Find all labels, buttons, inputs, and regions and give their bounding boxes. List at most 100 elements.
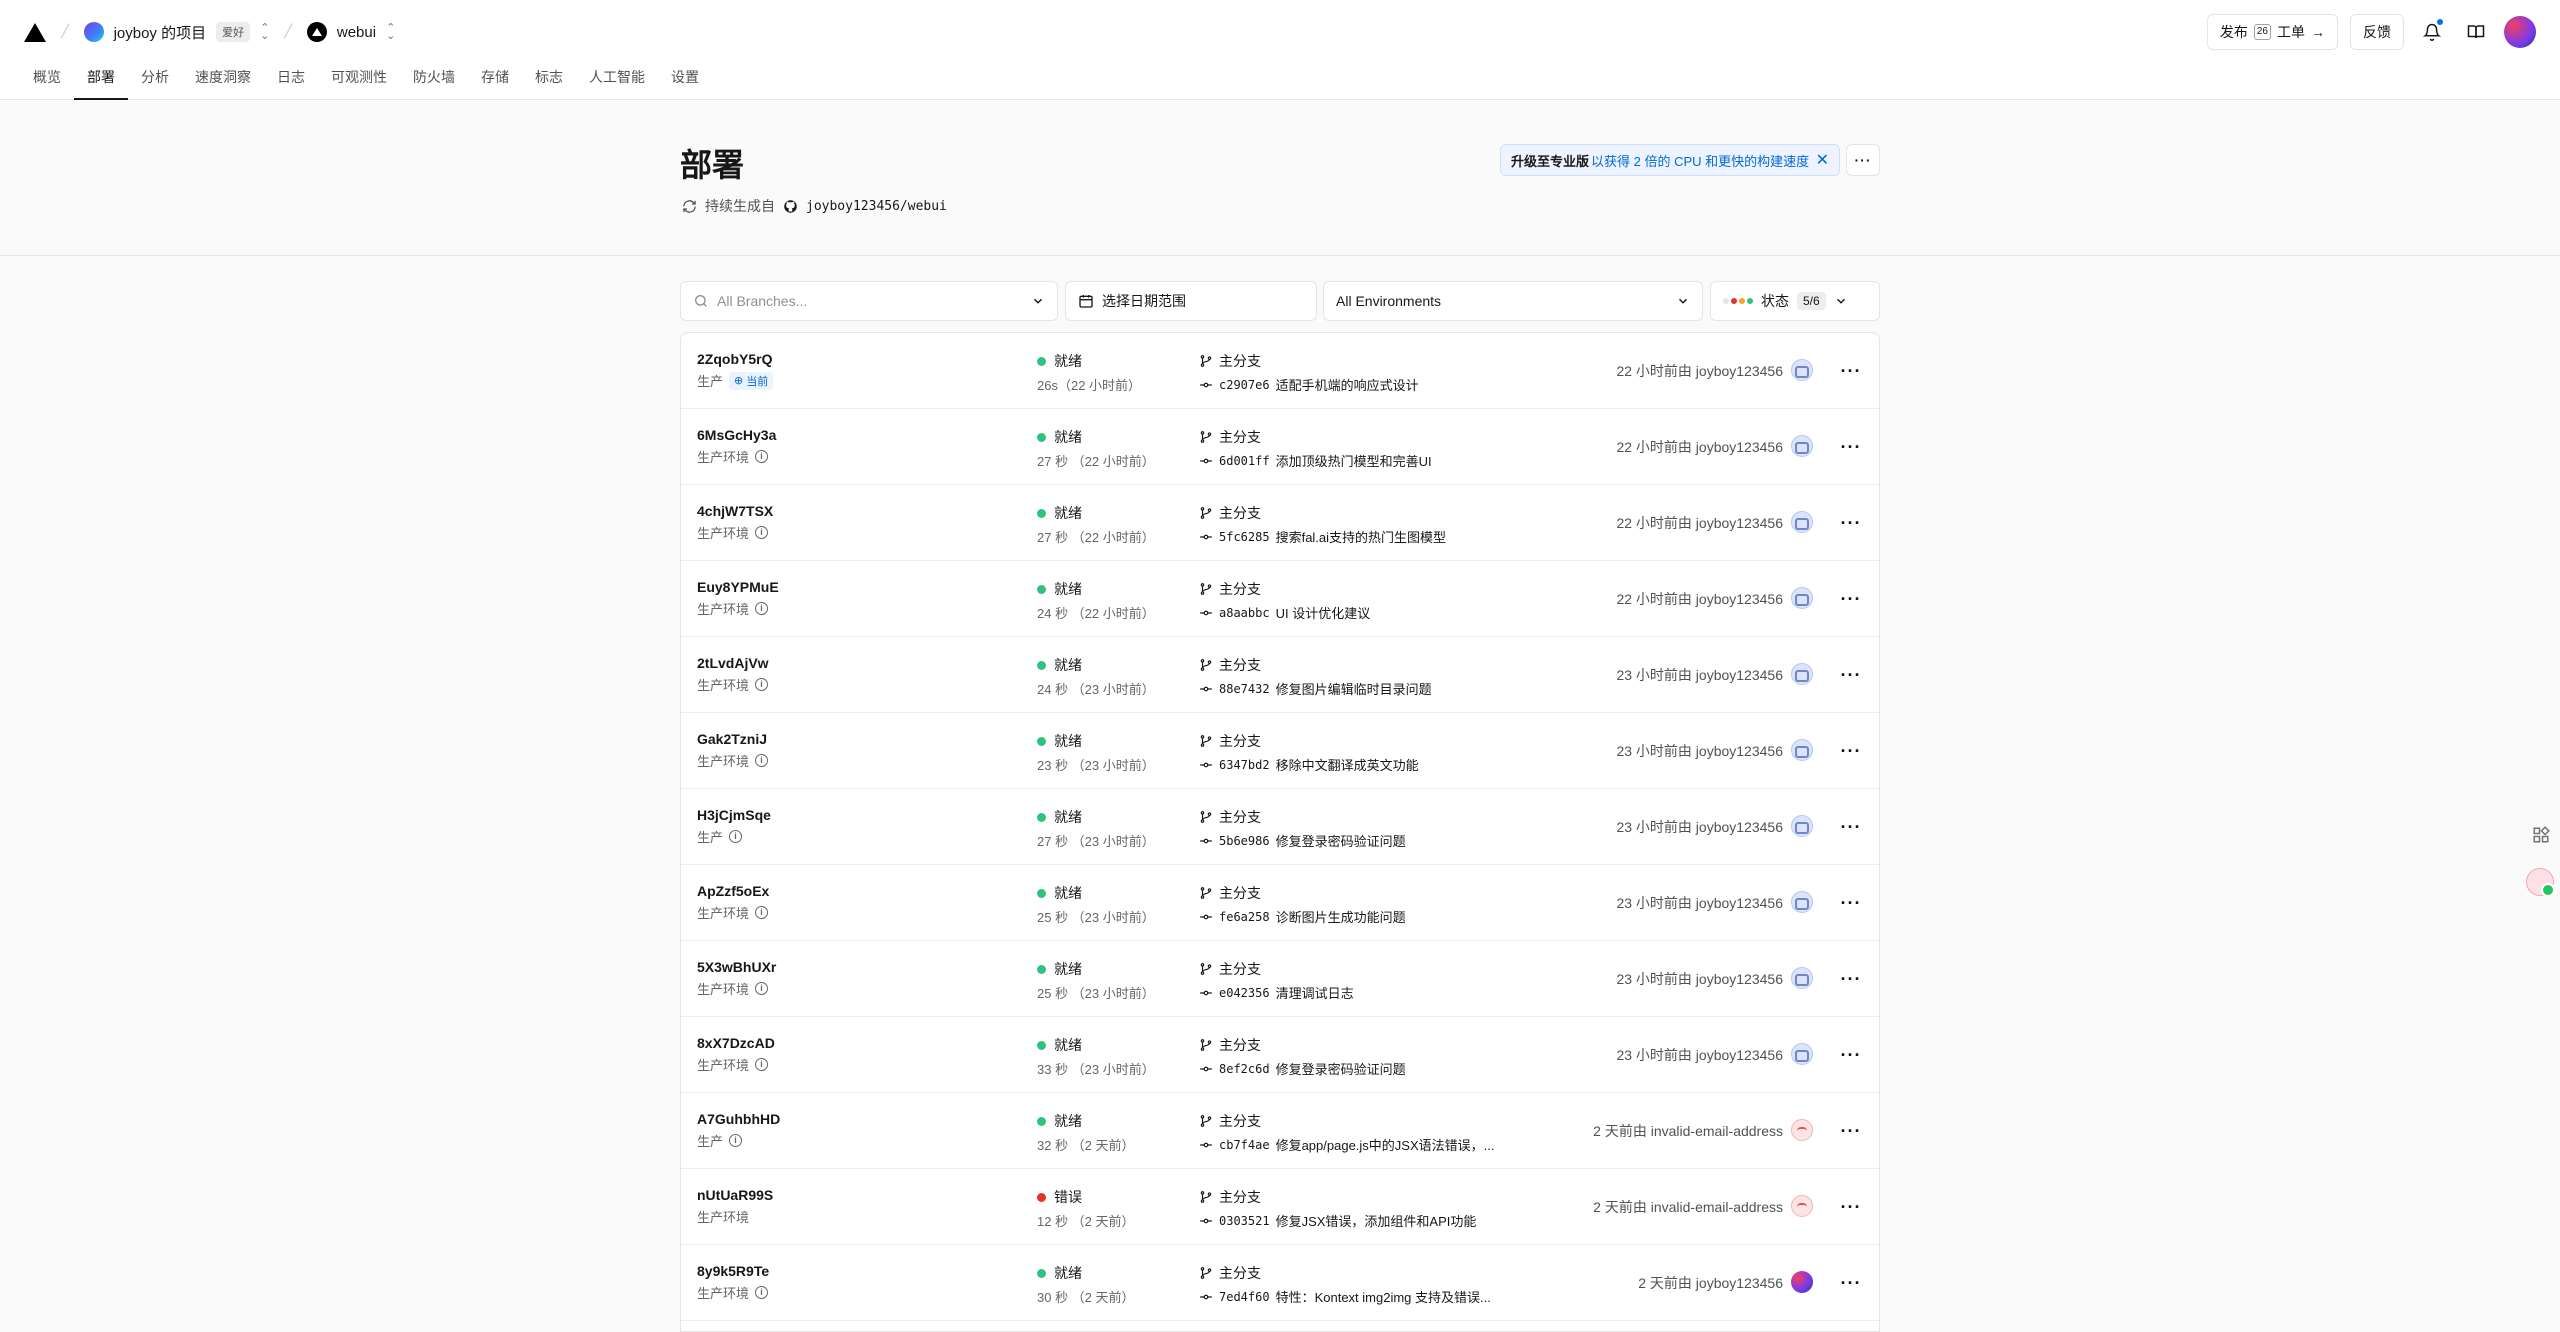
info-icon[interactable]: i bbox=[755, 678, 769, 691]
feedback-button[interactable]: 反馈 bbox=[2350, 14, 2404, 50]
deployment-id[interactable]: 4chjW7TSX bbox=[697, 503, 773, 519]
row-more-button[interactable]: ··· bbox=[1839, 359, 1863, 383]
branch-filter[interactable] bbox=[680, 281, 1058, 321]
deploy-ticket-button[interactable]: 发布 26 工单 → bbox=[2206, 14, 2338, 50]
branch-name[interactable]: 主分支 bbox=[1219, 731, 1261, 751]
tab-logs[interactable]: 日志 bbox=[264, 62, 318, 100]
user-avatar[interactable] bbox=[2504, 16, 2536, 48]
deployment-row[interactable]: 8xX7DzcAD 生产环境 i 就绪 33 秒 （23 小时前） 主分支 8ef… bbox=[681, 1017, 1879, 1093]
commit-hash[interactable]: 5b6e986 bbox=[1219, 834, 1270, 848]
branch-name[interactable]: 主分支 bbox=[1219, 351, 1261, 371]
info-icon[interactable]: i bbox=[755, 754, 769, 767]
page-more-button[interactable]: ··· bbox=[1846, 144, 1880, 176]
chevron-updown-icon[interactable]: ⌃ ⌄ bbox=[386, 23, 395, 42]
branch-name[interactable]: 主分支 bbox=[1219, 883, 1261, 903]
team-switcher[interactable]: joyboy 的项目 爱好 ⌃ ⌄ bbox=[83, 22, 269, 43]
upgrade-banner[interactable]: 升级至专业版 以获得 2 倍的 CPU 和更快的构建速度 ✕ bbox=[1500, 144, 1840, 176]
deployment-id[interactable]: H3jCjmSqe bbox=[697, 807, 771, 823]
commit-hash[interactable]: 5fc6285 bbox=[1219, 530, 1270, 544]
branch-name[interactable]: 主分支 bbox=[1219, 503, 1261, 523]
info-icon[interactable]: i bbox=[755, 526, 769, 539]
apps-icon[interactable] bbox=[2528, 822, 2554, 848]
upgrade-link[interactable]: 以获得 2 倍的 CPU 和更快的构建速度 bbox=[1591, 151, 1809, 170]
deployment-id[interactable]: 2tLvdAjVw bbox=[697, 655, 769, 671]
row-more-button[interactable]: ··· bbox=[1839, 1119, 1863, 1143]
row-more-button[interactable]: ··· bbox=[1839, 587, 1863, 611]
commit-hash[interactable]: cb7f4ae bbox=[1219, 1138, 1270, 1152]
branch-name[interactable]: 主分支 bbox=[1219, 959, 1261, 979]
commit-hash[interactable]: 8ef2c6d bbox=[1219, 1062, 1270, 1076]
deployment-id[interactable]: 8y9k5R9Te bbox=[697, 1263, 769, 1279]
tab-speed-insights[interactable]: 速度洞察 bbox=[182, 62, 264, 100]
commit-hash[interactable]: 88e7432 bbox=[1219, 682, 1270, 696]
deployment-id[interactable]: 6MsGcHy3a bbox=[697, 427, 776, 443]
notifications-button[interactable] bbox=[2416, 14, 2448, 50]
chevron-updown-icon[interactable]: ⌃ ⌄ bbox=[260, 23, 269, 42]
info-icon[interactable]: i bbox=[755, 450, 769, 463]
tab-ai[interactable]: 人工智能 bbox=[576, 62, 658, 100]
assistant-avatar-icon[interactable] bbox=[2526, 868, 2555, 897]
docs-button[interactable] bbox=[2460, 14, 2492, 50]
deployment-row[interactable]: Euy8YPMuE 生产环境 i 就绪 24 秒 （22 小时前） 主分支 a8a… bbox=[681, 561, 1879, 637]
vercel-logo-icon[interactable] bbox=[24, 22, 46, 42]
tab-overview[interactable]: 概览 bbox=[20, 62, 74, 100]
row-more-button[interactable]: ··· bbox=[1839, 1043, 1863, 1067]
branch-name[interactable]: 主分支 bbox=[1219, 1035, 1261, 1055]
deployment-row[interactable]: 2ZqobY5rQ 生产 ⊕ 当前 就绪 26s（22 小时前） 主分支 c2907… bbox=[681, 333, 1879, 409]
deployment-id[interactable]: nUtUaR99S bbox=[697, 1187, 773, 1203]
commit-hash[interactable]: 0303521 bbox=[1219, 1214, 1270, 1228]
row-more-button[interactable]: ··· bbox=[1839, 511, 1863, 535]
tab-storage[interactable]: 存储 bbox=[468, 62, 522, 100]
tab-observability[interactable]: 可观测性 bbox=[318, 62, 400, 100]
deployment-row[interactable]: A7GuhbhHD 生产 i 就绪 32 秒 （2 天前） 主分支 cb7f4ae… bbox=[681, 1093, 1879, 1169]
commit-hash[interactable]: 7ed4f60 bbox=[1219, 1290, 1270, 1304]
info-icon[interactable]: i bbox=[755, 982, 769, 995]
deployment-id[interactable]: Euy8YPMuE bbox=[697, 579, 779, 595]
branch-name[interactable]: 主分支 bbox=[1219, 807, 1261, 827]
info-icon[interactable]: i bbox=[755, 906, 769, 919]
commit-hash[interactable]: a8aabbc bbox=[1219, 606, 1270, 620]
deployment-row[interactable]: Gak2TzniJ 生产环境 i 就绪 23 秒 （23 小时前） 主分支 634… bbox=[681, 713, 1879, 789]
deployment-id[interactable]: 8xX7DzcAD bbox=[697, 1035, 775, 1051]
date-range-picker[interactable]: 选择日期范围 bbox=[1065, 281, 1317, 321]
info-icon[interactable]: i bbox=[729, 1134, 743, 1147]
branch-name[interactable]: 主分支 bbox=[1219, 1187, 1261, 1207]
deployment-row[interactable]: nUtUaR99S 生产环境 错误 12 秒 （2 天前） 主分支 030352… bbox=[681, 1169, 1879, 1245]
deployment-row[interactable]: 6MsGcHy3a 生产环境 i 就绪 27 秒 （22 小时前） 主分支 6d0… bbox=[681, 409, 1879, 485]
branch-name[interactable]: 主分支 bbox=[1219, 1263, 1261, 1283]
branch-name[interactable]: 主分支 bbox=[1219, 427, 1261, 447]
deployment-id[interactable]: ApZzf5oEx bbox=[697, 883, 769, 899]
tab-deployments[interactable]: 部署 bbox=[74, 62, 128, 100]
commit-hash[interactable]: c2907e6 bbox=[1219, 378, 1270, 392]
environment-select[interactable]: All Environments bbox=[1323, 281, 1703, 321]
row-more-button[interactable]: ··· bbox=[1839, 1195, 1863, 1219]
row-more-button[interactable]: ··· bbox=[1839, 663, 1863, 687]
deployment-row[interactable]: 8y9k5R9Te 生产环境 i 就绪 30 秒 （2 天前） 主分支 7ed4f… bbox=[681, 1245, 1879, 1321]
row-more-button[interactable]: ··· bbox=[1839, 435, 1863, 459]
commit-hash[interactable]: e042356 bbox=[1219, 986, 1270, 1000]
close-icon[interactable]: ✕ bbox=[1816, 150, 1829, 170]
status-filter[interactable]: 状态 5/6 bbox=[1710, 281, 1880, 321]
row-more-button[interactable]: ··· bbox=[1839, 967, 1863, 991]
row-more-button[interactable]: ··· bbox=[1839, 1271, 1863, 1295]
row-more-button[interactable]: ··· bbox=[1839, 891, 1863, 915]
tab-flags[interactable]: 标志 bbox=[522, 62, 576, 100]
info-icon[interactable]: i bbox=[755, 602, 769, 615]
chevron-down-icon[interactable] bbox=[1031, 294, 1045, 308]
branch-name[interactable]: 主分支 bbox=[1219, 1111, 1261, 1131]
deployment-row[interactable]: 5X3wBhUXr 生产环境 i 就绪 25 秒 （23 小时前） 主分支 e04… bbox=[681, 941, 1879, 1017]
row-more-button[interactable]: ··· bbox=[1839, 739, 1863, 763]
branch-name[interactable]: 主分支 bbox=[1219, 579, 1261, 599]
branch-search-input[interactable] bbox=[717, 293, 1007, 309]
tab-settings[interactable]: 设置 bbox=[658, 62, 712, 100]
branch-name[interactable]: 主分支 bbox=[1219, 655, 1261, 675]
deployment-id[interactable]: A7GuhbhHD bbox=[697, 1111, 780, 1127]
deployment-id[interactable]: Gak2TzniJ bbox=[697, 731, 768, 747]
info-icon[interactable]: i bbox=[729, 830, 743, 843]
tab-analytics[interactable]: 分析 bbox=[128, 62, 182, 100]
deployment-row[interactable]: H3jCjmSqe 生产 i 就绪 27 秒 （23 小时前） 主分支 5b6e9… bbox=[681, 789, 1879, 865]
commit-hash[interactable]: 6347bd2 bbox=[1219, 758, 1270, 772]
info-icon[interactable]: i bbox=[755, 1058, 769, 1071]
repo-link[interactable]: joyboy123456/webui bbox=[806, 199, 947, 214]
row-more-button[interactable]: ··· bbox=[1839, 815, 1863, 839]
